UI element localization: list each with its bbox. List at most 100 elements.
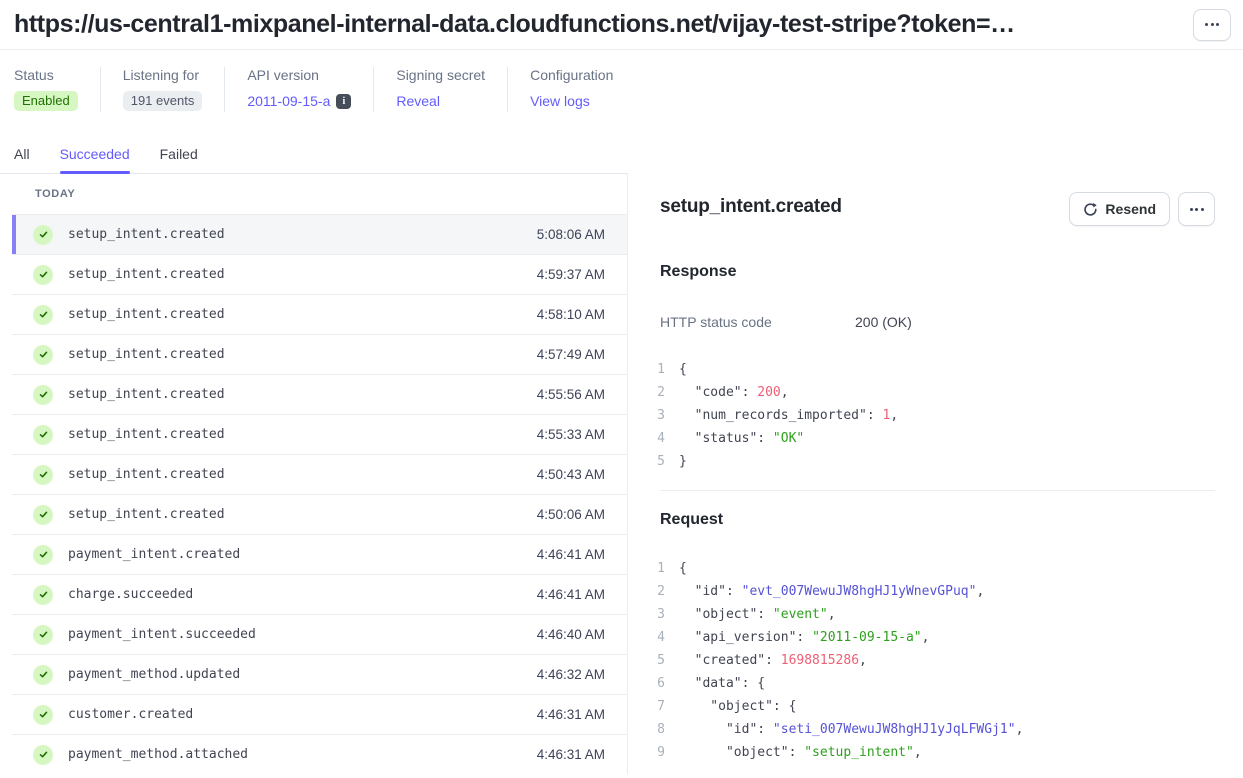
tab-failed[interactable]: Failed <box>160 146 198 173</box>
event-list-row[interactable]: setup_intent.created4:55:33 AM <box>12 415 627 455</box>
event-name: customer.created <box>68 707 537 722</box>
line-number: 4 <box>645 431 665 446</box>
resend-button[interactable]: Resend <box>1069 192 1170 226</box>
resend-refresh-icon <box>1083 202 1098 217</box>
event-name: setup_intent.created <box>68 227 537 242</box>
event-name: payment_intent.succeeded <box>68 627 537 642</box>
event-name: payment_method.updated <box>68 667 537 682</box>
status-value: 2011-09-15-a i <box>247 90 351 112</box>
event-list-row[interactable]: setup_intent.created4:55:56 AM <box>12 375 627 415</box>
event-list-row[interactable]: payment_intent.succeeded4:46:40 AM <box>12 615 627 655</box>
check-circle-icon <box>33 385 53 405</box>
http-status-value: 200 (OK) <box>855 314 912 330</box>
code-text: "status": "OK" <box>679 431 804 446</box>
event-list-row[interactable]: charge.succeeded4:46:41 AM <box>12 575 627 615</box>
event-list-row[interactable]: payment_intent.created4:46:41 AM <box>12 535 627 575</box>
code-line: 2 "id": "evt_007WewuJW8hgHJ1yWnevGPuq", <box>645 580 1215 603</box>
check-circle-icon <box>33 265 53 285</box>
check-circle-icon <box>33 505 53 525</box>
check-circle-icon <box>33 305 53 325</box>
code-text: } <box>679 454 687 469</box>
tab-all[interactable]: All <box>14 146 30 173</box>
event-time: 4:46:31 AM <box>537 707 605 722</box>
code-line: 9 "object": "setup_intent", <box>645 741 1215 764</box>
status-bar: StatusEnabledListening for191 eventsAPI … <box>0 50 1243 112</box>
event-time: 4:50:43 AM <box>537 467 605 482</box>
status-label: Configuration <box>530 67 613 83</box>
line-number: 4 <box>645 630 665 645</box>
line-number: 7 <box>645 699 665 714</box>
event-time: 4:50:06 AM <box>537 507 605 522</box>
event-list-row[interactable]: setup_intent.created4:58:10 AM <box>12 295 627 335</box>
response-code-block: 1{2 "code": 200,3 "num_records_imported"… <box>645 358 1215 473</box>
event-list-row[interactable]: setup_intent.created4:50:06 AM <box>12 495 627 535</box>
event-name: charge.succeeded <box>68 587 537 602</box>
code-line: 7 "object": { <box>645 695 1215 718</box>
code-text: "code": 200, <box>679 385 789 400</box>
line-number: 1 <box>645 362 665 377</box>
status-link[interactable]: View logs <box>530 93 590 109</box>
line-number: 9 <box>645 745 665 760</box>
event-list-row[interactable]: setup_intent.created4:59:37 AM <box>12 255 627 295</box>
status-link[interactable]: 2011-09-15-a <box>247 93 330 109</box>
detail-overflow-button[interactable] <box>1178 192 1215 226</box>
event-name: setup_intent.created <box>68 467 537 482</box>
event-list-row[interactable]: setup_intent.created4:57:49 AM <box>12 335 627 375</box>
status-badge: Enabled <box>14 91 78 111</box>
event-list-row[interactable]: setup_intent.created5:08:06 AM <box>12 215 627 255</box>
check-circle-icon <box>33 745 53 765</box>
status-group-configuration: Configuration View logs <box>507 67 635 112</box>
event-time: 4:46:32 AM <box>537 667 605 682</box>
event-list-row[interactable]: customer.created4:46:31 AM <box>12 695 627 735</box>
code-line: 2 "code": 200, <box>645 381 1215 404</box>
code-line: 1{ <box>645 358 1215 381</box>
code-text: "data": { <box>679 676 765 691</box>
tab-succeeded[interactable]: Succeeded <box>60 146 130 173</box>
line-number: 3 <box>645 607 665 622</box>
code-line: 3 "object": "event", <box>645 603 1215 626</box>
header-overflow-button[interactable] <box>1193 9 1231 41</box>
check-circle-icon <box>33 705 53 725</box>
event-list-row[interactable]: payment_method.attached4:46:31 AM <box>12 735 627 774</box>
event-list-row[interactable]: payment_method.updated4:46:32 AM <box>12 655 627 695</box>
status-group-status: Status Enabled <box>14 67 100 112</box>
code-text: "id": "seti_007WewuJW8hgHJ1yJqLFWGj1", <box>679 722 1023 737</box>
check-circle-icon <box>33 625 53 645</box>
code-line: 1{ <box>645 557 1215 580</box>
date-section-header: TODAY <box>12 174 627 215</box>
code-text: "num_records_imported": 1, <box>679 408 898 423</box>
status-value: View logs <box>530 90 613 112</box>
code-text: { <box>679 561 687 576</box>
date-section-label: TODAY <box>35 188 75 200</box>
line-number: 2 <box>645 385 665 400</box>
line-number: 3 <box>645 408 665 423</box>
resend-button-label: Resend <box>1105 201 1156 217</box>
event-name: setup_intent.created <box>68 307 537 322</box>
event-time: 4:59:37 AM <box>537 267 605 282</box>
status-value: Enabled <box>14 90 78 112</box>
http-status-label: HTTP status code <box>660 314 855 330</box>
event-name: setup_intent.created <box>68 427 537 442</box>
main-split: TODAY setup_intent.created5:08:06 AMsetu… <box>0 174 1243 774</box>
code-line: 5} <box>645 450 1215 473</box>
line-number: 5 <box>645 653 665 668</box>
status-group-listening-for: Listening for191 events <box>100 67 225 112</box>
http-status-row: HTTP status code 200 (OK) <box>660 314 1215 330</box>
request-code-block: 1{2 "id": "evt_007WewuJW8hgHJ1yWnevGPuq"… <box>645 557 1215 764</box>
event-name: setup_intent.created <box>68 267 537 282</box>
status-label: Status <box>14 67 78 83</box>
event-time: 4:46:41 AM <box>537 587 605 602</box>
code-text: { <box>679 362 687 377</box>
event-list-row[interactable]: setup_intent.created4:50:43 AM <box>12 455 627 495</box>
event-name: payment_method.attached <box>68 747 537 762</box>
code-line: 4 "api_version": "2011-09-15-a", <box>645 626 1215 649</box>
event-name: payment_intent.created <box>68 547 537 562</box>
event-name: setup_intent.created <box>68 507 537 522</box>
detail-actions: Resend <box>1069 192 1215 226</box>
status-link[interactable]: Reveal <box>396 93 440 109</box>
request-heading: Request <box>660 511 1215 529</box>
line-number: 6 <box>645 676 665 691</box>
event-rows: setup_intent.created5:08:06 AMsetup_inte… <box>12 215 627 774</box>
info-icon[interactable]: i <box>336 94 351 109</box>
line-number: 1 <box>645 561 665 576</box>
